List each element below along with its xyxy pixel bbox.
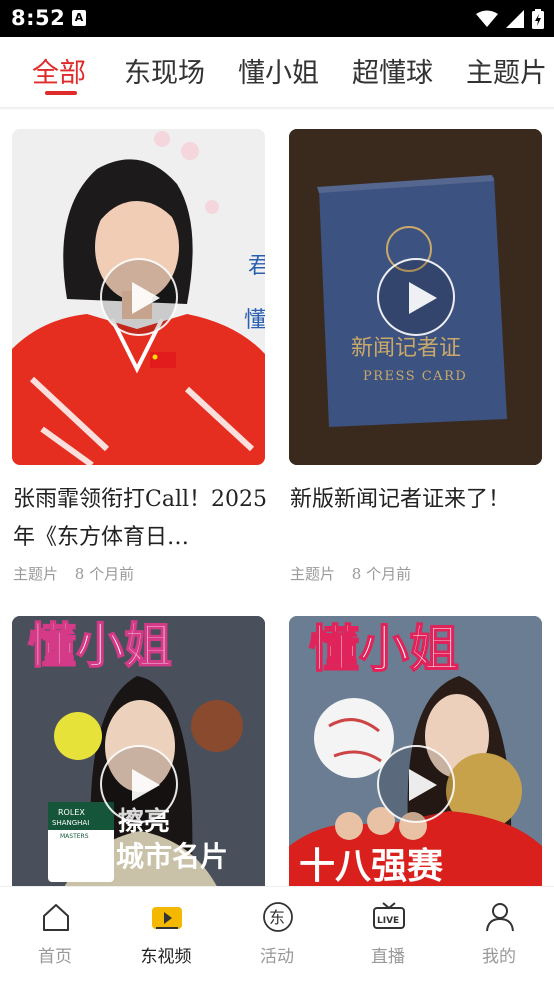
tab-dong-miss[interactable]: 懂小姐 (238, 51, 319, 90)
video-title[interactable]: 新版新闻记者证来了！ (290, 481, 544, 519)
video-thumbnail[interactable]: 新闻记者证 PRESS CARD (289, 129, 542, 465)
nav-live[interactable]: LIVE 直播 (333, 887, 443, 984)
status-time: 8:52 (11, 6, 66, 30)
status-icons (476, 8, 544, 30)
video-meta: 主题片 8 个月前 (13, 563, 146, 584)
status-bar: 8:52 A (0, 0, 554, 37)
video-icon (152, 907, 182, 929)
thumb-banner-text: 懂小姐 (28, 618, 172, 674)
video-time: 8 个月前 (74, 565, 135, 583)
bottom-nav: 首页 东视频 东 活动 LIVE 直播 我的 (0, 886, 554, 984)
svg-text:“: “ (244, 348, 261, 378)
rolex-label: ROLEX (58, 808, 85, 817)
signal-icon (506, 10, 524, 28)
nav-label: 我的 (482, 947, 516, 967)
activity-icon: 东 (263, 902, 293, 932)
tabs-divider (0, 107, 554, 111)
press-card-title: 新闻记者证 (351, 336, 461, 361)
tab-dong-live[interactable]: 东现场 (124, 51, 205, 90)
play-icon[interactable] (376, 258, 455, 336)
video-category: 主题片 (290, 565, 336, 583)
svg-text:懂: 懂 (244, 308, 265, 333)
masters-label: MASTERS (60, 833, 89, 840)
nav-mine[interactable]: 我的 (444, 887, 554, 984)
nav-home[interactable]: 首页 (0, 887, 110, 984)
video-time: 8 个月前 (351, 565, 412, 583)
battery-icon (532, 9, 544, 29)
live-tv-icon: LIVE (373, 902, 405, 929)
thumb-caption-line2: 城市名片 (116, 840, 228, 873)
nav-label: 东视频 (140, 947, 192, 967)
user-icon (486, 903, 514, 932)
video-category: 主题片 (13, 565, 59, 583)
play-icon[interactable] (99, 745, 178, 823)
nav-video[interactable]: 东视频 (111, 887, 221, 984)
active-tab-indicator (45, 91, 77, 95)
press-card-subtitle: PRESS CARD (363, 369, 467, 384)
nav-label: 活动 (260, 947, 294, 967)
play-icon[interactable] (99, 258, 178, 336)
live-icon-text: LIVE (377, 916, 399, 926)
activity-icon-char: 东 (269, 908, 285, 927)
thumb-caption-line1: 十八强赛 (299, 846, 444, 887)
wifi-icon (476, 10, 498, 27)
tab-all[interactable]: 全部 (32, 51, 86, 90)
shanghai-label: SHANGHAI (52, 819, 89, 827)
category-tabs: 全部 东现场 懂小姐 超懂球 主题片 (0, 37, 554, 109)
nav-activity[interactable]: 东 活动 (222, 887, 332, 984)
play-icon[interactable] (376, 745, 455, 823)
thumb-banner-text: 懂小姐 (309, 620, 459, 678)
tab-super-football[interactable]: 超懂球 (352, 51, 433, 90)
tab-theme-film[interactable]: 主题片 (466, 51, 547, 90)
notification-icon: A (72, 10, 86, 26)
nav-label: 首页 (38, 947, 72, 967)
nav-label: 直播 (371, 947, 405, 967)
video-title[interactable]: 张雨霏领衔打Call！2025年《东方体育日… (13, 481, 267, 557)
home-icon (43, 904, 69, 931)
video-thumbnail[interactable]: 君 懂 “ (12, 129, 265, 465)
video-meta: 主题片 8 个月前 (290, 563, 423, 584)
svg-text:君: 君 (248, 254, 265, 279)
